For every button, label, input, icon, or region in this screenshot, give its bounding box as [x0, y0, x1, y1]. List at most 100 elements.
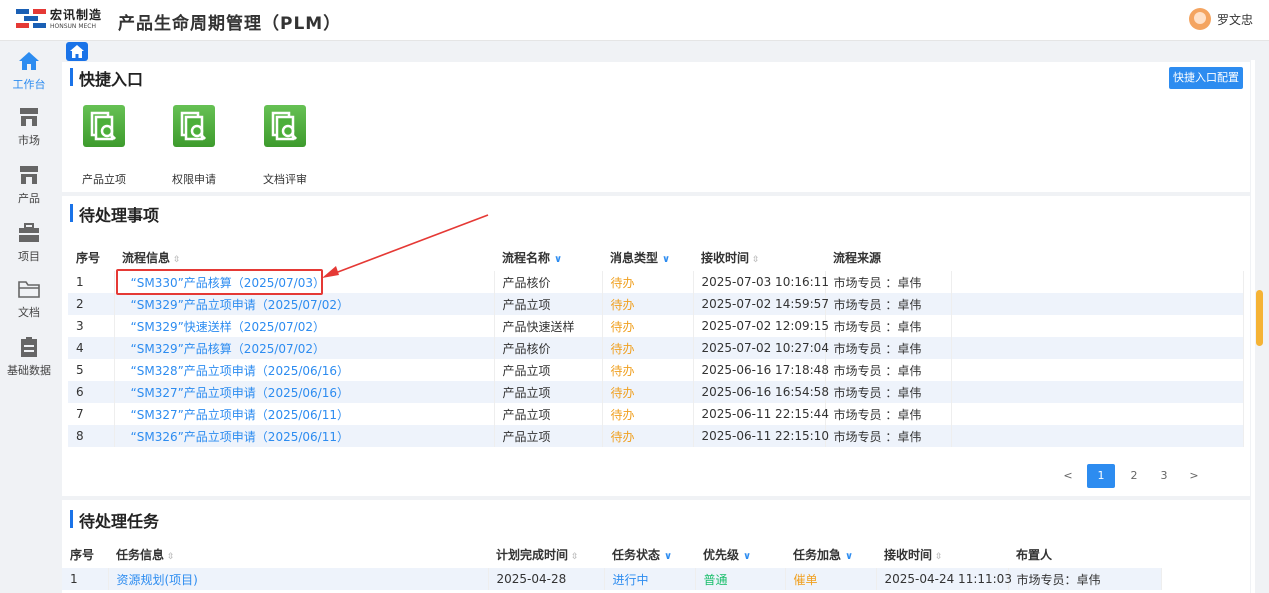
- column-header-task-info[interactable]: 任务信息 ⇳: [108, 540, 488, 568]
- message-type: 待办: [602, 425, 694, 447]
- table-row[interactable]: 5 “SM328”产品立项申请（2025/06/16） 产品立项 待办 2025-06-…: [68, 359, 1244, 381]
- sort-icon[interactable]: ⇳: [167, 552, 175, 562]
- flow-info-link[interactable]: “SM329”产品核算（2025/07/02）: [114, 337, 495, 359]
- user-menu[interactable]: 罗文忠: [1188, 8, 1253, 30]
- tab-home[interactable]: [66, 42, 88, 61]
- row-number: 3: [68, 315, 115, 337]
- table-row[interactable]: 7 “SM327”产品立项申请（2025/06/11） 产品立项 待办 2025-06-…: [68, 403, 1244, 425]
- column-header-receive-time[interactable]: 接收时间 ⇳: [693, 243, 825, 271]
- top-bar: 宏讯制造 HONSUN MECH 产品生命周期管理（PLM） 罗文忠: [0, 0, 1269, 41]
- table-row[interactable]: 8 “SM326”产品立项申请（2025/06/11） 产品立项 待办 2025-06-…: [68, 425, 1244, 447]
- table-row[interactable]: 3 “SM329”快速送样（2025/07/02） 产品快速送样 待办 2025-07-…: [68, 315, 1244, 337]
- message-type: 待办: [602, 403, 694, 425]
- flow-info-link[interactable]: “SM326”产品立项申请（2025/06/11）: [114, 425, 495, 447]
- row-filler: [951, 381, 1244, 403]
- column-header-task-status[interactable]: 任务状态 ∨: [604, 540, 695, 568]
- receive-time: 2025-06-11 22:15:10: [693, 425, 829, 447]
- flow-info-link[interactable]: “SM327”产品立项申请（2025/06/11）: [114, 403, 495, 425]
- pagination-page-1[interactable]: 1: [1087, 464, 1115, 488]
- column-header-plan-time[interactable]: 计划完成时间 ⇳: [488, 540, 604, 568]
- row-filler: [951, 425, 1244, 447]
- scrollbar-track[interactable]: [1251, 60, 1255, 593]
- message-type: 待办: [602, 359, 694, 381]
- chevron-down-icon[interactable]: ∨: [664, 551, 672, 562]
- chevron-down-icon[interactable]: ∨: [554, 254, 562, 265]
- table-row: 1 资源规划(项目) 2025-04-28 进行中 普通 催单 2025-04-…: [62, 568, 1162, 590]
- row-number: 7: [68, 403, 115, 425]
- column-header-message-type[interactable]: 消息类型 ∨: [602, 243, 693, 271]
- chevron-down-icon[interactable]: ∨: [662, 254, 670, 265]
- folder-icon: [18, 281, 40, 298]
- flow-source: 市场专员 ：卓伟: [825, 337, 952, 359]
- row-number: 1: [62, 568, 109, 590]
- flow-info-link[interactable]: “SM328”产品立项申请（2025/06/16）: [114, 359, 495, 381]
- sidebar-item-basic-data[interactable]: 基础数据: [0, 337, 58, 378]
- document-search-icon: [180, 111, 207, 141]
- receive-time: 2025-07-02 14:59:57: [693, 293, 829, 315]
- receive-time: 2025-06-16 16:54:58: [693, 381, 829, 403]
- sort-icon[interactable]: ⇳: [935, 552, 943, 562]
- receive-time: 2025-07-02 10:27:04: [693, 337, 829, 359]
- urgent-flag: 催单: [785, 568, 877, 590]
- flow-name: 产品核价: [494, 271, 603, 293]
- sidebar-item-label: 基础数据: [7, 364, 51, 377]
- task-info-link[interactable]: 资源规划(项目): [108, 568, 489, 590]
- flow-name: 产品立项: [494, 359, 603, 381]
- quick-item-icon: [173, 105, 215, 147]
- table-row[interactable]: 6 “SM327”产品立项申请（2025/06/16） 产品立项 待办 2025-06-…: [68, 381, 1244, 403]
- sidebar-item-market[interactable]: 市场: [0, 107, 58, 148]
- sort-icon[interactable]: ⇳: [571, 552, 579, 562]
- column-header-receive-time[interactable]: 接收时间 ⇳: [876, 540, 1008, 568]
- chevron-down-icon[interactable]: ∨: [743, 551, 751, 562]
- pagination-next[interactable]: >: [1179, 464, 1209, 488]
- store-icon: [20, 166, 38, 184]
- column-header-urgent[interactable]: 任务加急 ∨: [785, 540, 876, 568]
- flow-info-link[interactable]: “SM329”快速送样（2025/07/02）: [114, 315, 495, 337]
- sidebar-item-project[interactable]: 项目: [0, 223, 58, 264]
- sort-icon[interactable]: ⇳: [752, 255, 760, 265]
- quick-entry-config-button[interactable]: 快捷入口配置: [1169, 67, 1243, 89]
- flow-name: 产品立项: [494, 293, 603, 315]
- logo-subtext: HONSUN MECH: [50, 23, 96, 30]
- sidebar: 工作台 市场 产品 项目 文档 基础数据: [0, 41, 58, 593]
- quick-item-product-initiation[interactable]: 产品立项: [74, 105, 134, 187]
- chevron-down-icon[interactable]: ∨: [845, 551, 853, 562]
- quick-item-document-review[interactable]: 文档评审: [255, 105, 315, 187]
- column-header-filler: [951, 243, 1244, 271]
- assigner: 市场专员：卓伟: [1008, 568, 1162, 590]
- briefcase-icon: [19, 223, 39, 242]
- column-header: 流程来源: [833, 250, 882, 265]
- receive-time: 2025-07-02 12:09:15: [693, 315, 829, 337]
- column-header-flow-name[interactable]: 流程名称 ∨: [494, 243, 602, 271]
- quick-item-permission-request[interactable]: 权限申请: [164, 105, 224, 187]
- sidebar-item-product[interactable]: 产品: [0, 165, 58, 206]
- flow-source: 市场专员 ：卓伟: [825, 315, 952, 337]
- pagination-page-2[interactable]: 2: [1119, 464, 1149, 488]
- sidebar-item-document[interactable]: 文档: [0, 279, 58, 320]
- app-title: 产品生命周期管理（PLM）: [118, 14, 342, 34]
- message-type: 待办: [602, 271, 694, 293]
- scrollbar-thumb[interactable]: [1256, 290, 1263, 346]
- pending-tasks-table: 序号 任务信息 ⇳ 计划完成时间 ⇳ 任务状态 ∨ 优先级 ∨ 任务加急 ∨ 接收时间 ⇳ …: [62, 540, 1162, 590]
- row-filler: [951, 315, 1244, 337]
- pagination-page-3[interactable]: 3: [1149, 464, 1179, 488]
- document-search-icon: [271, 111, 298, 141]
- flow-info-link[interactable]: “SM329”产品立项申请（2025/07/02）: [114, 293, 495, 315]
- column-header-priority[interactable]: 优先级 ∨: [695, 540, 785, 568]
- pagination-prev[interactable]: <: [1053, 464, 1083, 488]
- table-header-row: 序号 任务信息 ⇳ 计划完成时间 ⇳ 任务状态 ∨ 优先级 ∨ 任务加急 ∨ 接收时间 ⇳ …: [62, 540, 1162, 568]
- home-icon: [19, 52, 39, 70]
- column-header: 序号: [76, 250, 101, 265]
- sidebar-item-label: 项目: [18, 250, 40, 263]
- flow-info-link[interactable]: “SM327”产品立项申请（2025/06/16）: [114, 381, 495, 403]
- message-type: 待办: [602, 315, 694, 337]
- table-row[interactable]: 2 “SM329”产品立项申请（2025/07/02） 产品立项 待办 2025-07-…: [68, 293, 1244, 315]
- store-icon: [20, 108, 38, 126]
- sort-icon[interactable]: ⇳: [173, 255, 181, 265]
- table-row[interactable]: 4 “SM329”产品核算（2025/07/02） 产品核价 待办 2025-07-02…: [68, 337, 1244, 359]
- sidebar-item-label: 文档: [18, 306, 40, 319]
- message-type: 待办: [602, 293, 694, 315]
- flow-name: 产品快速送样: [494, 315, 603, 337]
- row-filler: [951, 293, 1244, 315]
- sidebar-item-workbench[interactable]: 工作台: [0, 51, 58, 92]
